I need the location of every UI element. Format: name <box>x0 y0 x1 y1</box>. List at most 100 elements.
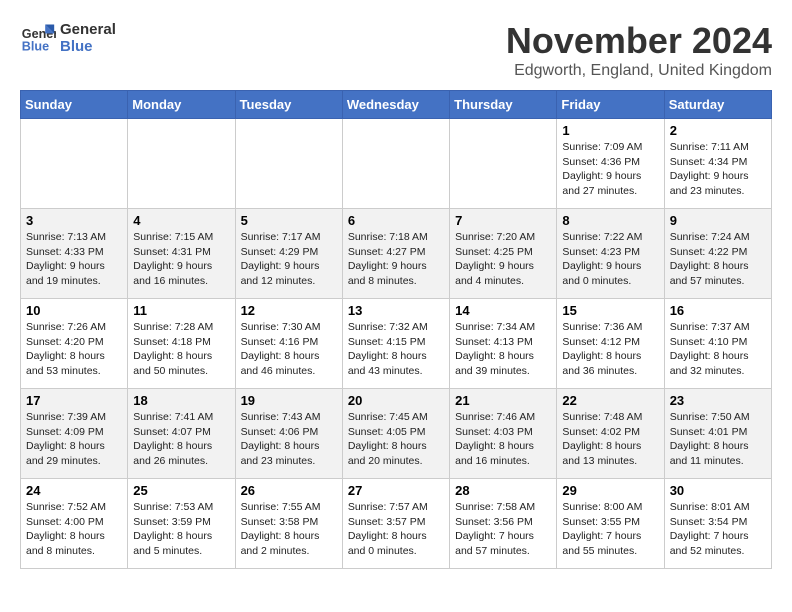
calendar-cell: 20 Sunrise: 7:45 AM Sunset: 4:05 PM Dayli… <box>342 389 449 479</box>
week-row-3: 10 Sunrise: 7:26 AM Sunset: 4:20 PM Dayli… <box>21 299 772 389</box>
day-info: Sunrise: 7:22 AM Sunset: 4:23 PM Dayligh… <box>562 230 658 289</box>
calendar-cell <box>235 119 342 209</box>
day-number: 17 <box>26 393 122 408</box>
day-number: 21 <box>455 393 551 408</box>
calendar-cell: 10 Sunrise: 7:26 AM Sunset: 4:20 PM Dayli… <box>21 299 128 389</box>
calendar-cell: 27 Sunrise: 7:57 AM Sunset: 3:57 PM Dayli… <box>342 479 449 569</box>
day-number: 2 <box>670 123 766 138</box>
calendar-cell: 15 Sunrise: 7:36 AM Sunset: 4:12 PM Dayli… <box>557 299 664 389</box>
day-number: 30 <box>670 483 766 498</box>
calendar-cell: 2 Sunrise: 7:11 AM Sunset: 4:34 PM Daylig… <box>664 119 771 209</box>
day-info: Sunrise: 8:01 AM Sunset: 3:54 PM Dayligh… <box>670 500 766 559</box>
calendar-cell: 9Sunrise: 7:24 AM Sunset: 4:22 PM Daylig… <box>664 209 771 299</box>
day-number: 22 <box>562 393 658 408</box>
day-number: 12 <box>241 303 337 318</box>
day-info: Sunrise: 7:57 AM Sunset: 3:57 PM Dayligh… <box>348 500 444 559</box>
calendar-cell: 1Sunrise: 7:09 AM Sunset: 4:36 PM Daylig… <box>557 119 664 209</box>
week-row-5: 24Sunrise: 7:52 AM Sunset: 4:00 PM Dayli… <box>21 479 772 569</box>
day-info: Sunrise: 7:50 AM Sunset: 4:01 PM Dayligh… <box>670 410 766 469</box>
day-info: Sunrise: 7:32 AM Sunset: 4:15 PM Dayligh… <box>348 320 444 379</box>
calendar-cell: 30 Sunrise: 8:01 AM Sunset: 3:54 PM Dayli… <box>664 479 771 569</box>
day-info: Sunrise: 7:36 AM Sunset: 4:12 PM Dayligh… <box>562 320 658 379</box>
day-number: 13 <box>348 303 444 318</box>
calendar-cell: 23 Sunrise: 7:50 AM Sunset: 4:01 PM Dayli… <box>664 389 771 479</box>
calendar-cell: 25 Sunrise: 7:53 AM Sunset: 3:59 PM Dayli… <box>128 479 235 569</box>
calendar-cell: 6 Sunrise: 7:18 AM Sunset: 4:27 PM Daylig… <box>342 209 449 299</box>
calendar-cell: 19 Sunrise: 7:43 AM Sunset: 4:06 PM Dayli… <box>235 389 342 479</box>
day-info: Sunrise: 7:48 AM Sunset: 4:02 PM Dayligh… <box>562 410 658 469</box>
day-info: Sunrise: 7:58 AM Sunset: 3:56 PM Dayligh… <box>455 500 551 559</box>
day-number: 15 <box>562 303 658 318</box>
day-header-wednesday: Wednesday <box>342 91 449 119</box>
day-info: Sunrise: 7:41 AM Sunset: 4:07 PM Dayligh… <box>133 410 229 469</box>
day-number: 26 <box>241 483 337 498</box>
calendar-cell <box>450 119 557 209</box>
day-info: Sunrise: 7:20 AM Sunset: 4:25 PM Dayligh… <box>455 230 551 289</box>
day-number: 23 <box>670 393 766 408</box>
calendar-cell <box>128 119 235 209</box>
week-row-4: 17Sunrise: 7:39 AM Sunset: 4:09 PM Dayli… <box>21 389 772 479</box>
day-number: 14 <box>455 303 551 318</box>
day-number: 18 <box>133 393 229 408</box>
day-info: Sunrise: 7:11 AM Sunset: 4:34 PM Dayligh… <box>670 140 766 199</box>
logo-icon: General Blue <box>20 20 56 56</box>
day-info: Sunrise: 7:26 AM Sunset: 4:20 PM Dayligh… <box>26 320 122 379</box>
title-block: November 2024 Edgworth, England, United … <box>506 20 772 80</box>
day-header-sunday: Sunday <box>21 91 128 119</box>
day-header-saturday: Saturday <box>664 91 771 119</box>
calendar-cell: 8Sunrise: 7:22 AM Sunset: 4:23 PM Daylig… <box>557 209 664 299</box>
day-number: 6 <box>348 213 444 228</box>
calendar-cell: 28 Sunrise: 7:58 AM Sunset: 3:56 PM Dayli… <box>450 479 557 569</box>
calendar-cell: 22 Sunrise: 7:48 AM Sunset: 4:02 PM Dayli… <box>557 389 664 479</box>
day-number: 25 <box>133 483 229 498</box>
day-header-friday: Friday <box>557 91 664 119</box>
day-number: 27 <box>348 483 444 498</box>
calendar-cell: 18 Sunrise: 7:41 AM Sunset: 4:07 PM Dayli… <box>128 389 235 479</box>
day-info: Sunrise: 7:53 AM Sunset: 3:59 PM Dayligh… <box>133 500 229 559</box>
day-info: Sunrise: 7:24 AM Sunset: 4:22 PM Dayligh… <box>670 230 766 289</box>
calendar-cell: 17Sunrise: 7:39 AM Sunset: 4:09 PM Dayli… <box>21 389 128 479</box>
day-number: 7 <box>455 213 551 228</box>
calendar-cell: 12Sunrise: 7:30 AM Sunset: 4:16 PM Dayli… <box>235 299 342 389</box>
week-row-1: 1Sunrise: 7:09 AM Sunset: 4:36 PM Daylig… <box>21 119 772 209</box>
header-row: SundayMondayTuesdayWednesdayThursdayFrid… <box>21 91 772 119</box>
day-info: Sunrise: 7:37 AM Sunset: 4:10 PM Dayligh… <box>670 320 766 379</box>
day-info: Sunrise: 7:18 AM Sunset: 4:27 PM Dayligh… <box>348 230 444 289</box>
day-info: Sunrise: 7:17 AM Sunset: 4:29 PM Dayligh… <box>241 230 337 289</box>
calendar: SundayMondayTuesdayWednesdayThursdayFrid… <box>20 90 772 569</box>
day-number: 28 <box>455 483 551 498</box>
calendar-cell: 29 Sunrise: 8:00 AM Sunset: 3:55 PM Dayli… <box>557 479 664 569</box>
day-header-tuesday: Tuesday <box>235 91 342 119</box>
day-info: Sunrise: 7:43 AM Sunset: 4:06 PM Dayligh… <box>241 410 337 469</box>
calendar-cell: 3Sunrise: 7:13 AM Sunset: 4:33 PM Daylig… <box>21 209 128 299</box>
day-number: 10 <box>26 303 122 318</box>
month-title: November 2024 <box>506 20 772 62</box>
day-number: 1 <box>562 123 658 138</box>
calendar-cell: 14 Sunrise: 7:34 AM Sunset: 4:13 PM Dayli… <box>450 299 557 389</box>
calendar-cell: 4Sunrise: 7:15 AM Sunset: 4:31 PM Daylig… <box>128 209 235 299</box>
calendar-cell: 21 Sunrise: 7:46 AM Sunset: 4:03 PM Dayli… <box>450 389 557 479</box>
day-number: 5 <box>241 213 337 228</box>
calendar-cell <box>342 119 449 209</box>
day-info: Sunrise: 7:28 AM Sunset: 4:18 PM Dayligh… <box>133 320 229 379</box>
day-header-monday: Monday <box>128 91 235 119</box>
day-info: Sunrise: 7:45 AM Sunset: 4:05 PM Dayligh… <box>348 410 444 469</box>
day-info: Sunrise: 7:46 AM Sunset: 4:03 PM Dayligh… <box>455 410 551 469</box>
logo-line1: General <box>60 21 116 38</box>
day-info: Sunrise: 7:15 AM Sunset: 4:31 PM Dayligh… <box>133 230 229 289</box>
calendar-cell: 7 Sunrise: 7:20 AM Sunset: 4:25 PM Daylig… <box>450 209 557 299</box>
day-number: 29 <box>562 483 658 498</box>
logo-line2: Blue <box>60 38 116 55</box>
day-info: Sunrise: 8:00 AM Sunset: 3:55 PM Dayligh… <box>562 500 658 559</box>
day-info: Sunrise: 7:55 AM Sunset: 3:58 PM Dayligh… <box>241 500 337 559</box>
day-number: 20 <box>348 393 444 408</box>
calendar-cell <box>21 119 128 209</box>
calendar-cell: 16Sunrise: 7:37 AM Sunset: 4:10 PM Dayli… <box>664 299 771 389</box>
week-row-2: 3Sunrise: 7:13 AM Sunset: 4:33 PM Daylig… <box>21 209 772 299</box>
day-info: Sunrise: 7:34 AM Sunset: 4:13 PM Dayligh… <box>455 320 551 379</box>
calendar-cell: 26 Sunrise: 7:55 AM Sunset: 3:58 PM Dayli… <box>235 479 342 569</box>
day-number: 19 <box>241 393 337 408</box>
day-number: 11 <box>133 303 229 318</box>
page-header: General Blue General Blue November 2024 … <box>20 20 772 80</box>
day-number: 3 <box>26 213 122 228</box>
